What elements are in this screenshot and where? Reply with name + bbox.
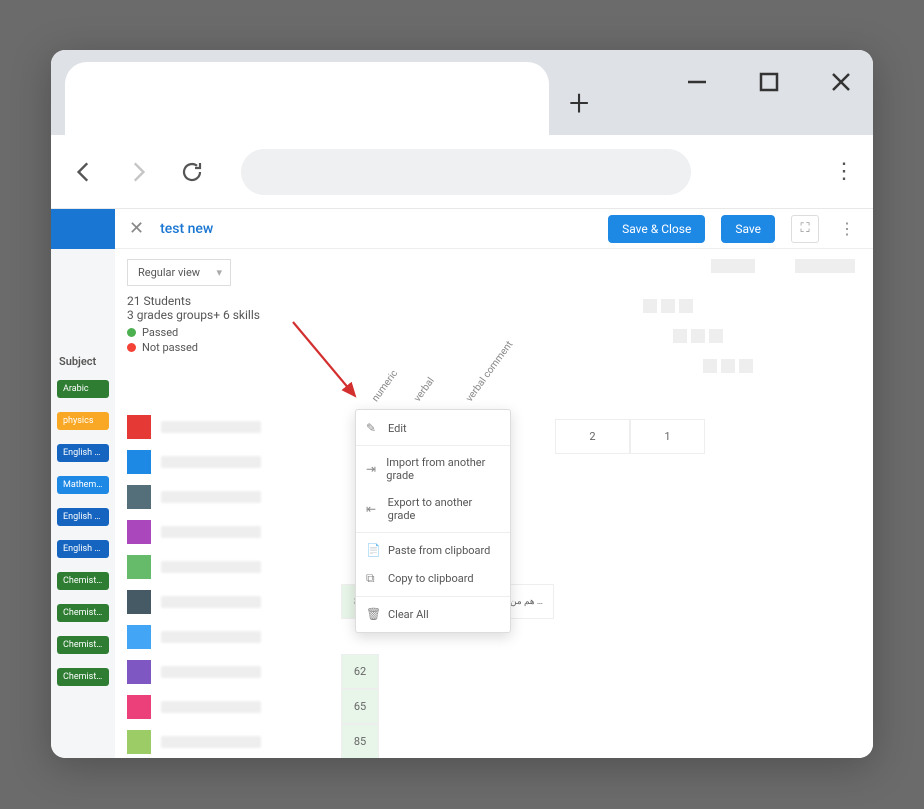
browser-nav-bar: ⋮	[51, 135, 873, 209]
avatar	[127, 450, 151, 474]
subject-pill-chem-4[interactable]: Chemistry	[57, 668, 109, 686]
avatar	[127, 485, 151, 509]
ghost-placeholder	[711, 259, 855, 273]
avatar	[127, 555, 151, 579]
legend-passed: Passed	[142, 326, 178, 339]
page-title: test new	[160, 221, 213, 237]
copy-icon: ⧉	[366, 571, 380, 586]
numeric-cell[interactable]: 85	[341, 724, 379, 758]
student-name	[161, 736, 261, 748]
view-select-label: Regular view	[138, 266, 200, 279]
window-close-button[interactable]	[827, 68, 855, 96]
column-verbal-comment[interactable]: verbal comment	[464, 339, 515, 404]
tab-strip: +	[51, 50, 873, 135]
avatar	[127, 590, 151, 614]
avatar	[127, 415, 151, 439]
forward-button[interactable]	[123, 157, 153, 187]
save-button[interactable]: Save	[721, 215, 775, 243]
student-name	[161, 596, 261, 608]
subject-pill-chem-3[interactable]: Chemistry	[57, 636, 109, 654]
avatar	[127, 730, 151, 754]
subject-pill-physics[interactable]: physics	[57, 412, 109, 430]
table-row[interactable]: 62	[127, 654, 873, 689]
student-name	[161, 456, 261, 468]
subject-panel: Subject Arabic physics English Langu Mat…	[51, 349, 115, 706]
failed-dot-icon	[127, 343, 136, 352]
subject-pill-english-1[interactable]: English Langu	[57, 444, 109, 462]
column-numeric[interactable]: numeric	[370, 368, 400, 404]
reload-button[interactable]	[177, 157, 207, 187]
url-bar[interactable]	[241, 149, 691, 195]
new-tab-button[interactable]: +	[569, 82, 589, 124]
student-name	[161, 631, 261, 643]
paste-icon: 📄	[366, 543, 380, 557]
view-select[interactable]: Regular view	[127, 259, 231, 286]
fullscreen-icon[interactable]: ⛶	[791, 215, 819, 243]
avatar	[127, 520, 151, 544]
table-row[interactable]: 65	[127, 689, 873, 724]
subject-pill-chem-1[interactable]: Chemistry	[57, 572, 109, 590]
save-close-button[interactable]: Save & Close	[608, 215, 705, 243]
window-maximize-button[interactable]	[755, 68, 783, 96]
student-name	[161, 666, 261, 678]
subject-pill-math[interactable]: Mathematics	[57, 476, 109, 494]
numeric-cell[interactable]: 65	[341, 689, 379, 724]
column-verbal[interactable]: verbal	[412, 376, 437, 404]
ctx-copy[interactable]: ⧉Copy to clipboard	[356, 564, 510, 593]
column-context-menu: ✎Edit ⇥Import from another grade ⇤Export…	[355, 409, 511, 633]
student-name	[161, 421, 261, 433]
export-icon: ⇤	[366, 502, 380, 516]
avatar	[127, 625, 151, 649]
student-name	[161, 491, 261, 503]
page-header: ✕ test new Save & Close Save ⛶ ⋮	[115, 209, 873, 249]
import-icon: ⇥	[366, 462, 378, 476]
subject-heading: Subject	[59, 355, 111, 368]
ctx-clear[interactable]: 🗑Clear All	[356, 600, 510, 628]
avatar	[127, 695, 151, 719]
trash-icon: 🗑	[366, 607, 380, 621]
info-block: 21 Students 3 grades groups+ 6 skills Pa…	[127, 294, 260, 354]
more-menu-icon[interactable]: ⋮	[835, 219, 859, 238]
student-count: 21 Students	[127, 294, 260, 308]
legend-not-passed: Not passed	[142, 341, 198, 354]
pencil-icon: ✎	[366, 421, 380, 435]
ctx-edit[interactable]: ✎Edit	[356, 414, 510, 442]
subject-pill-english-2[interactable]: English Langu	[57, 508, 109, 526]
passed-dot-icon	[127, 328, 136, 337]
subject-pill-chem-2[interactable]: Chemistry	[57, 604, 109, 622]
numeric-cell[interactable]: 62	[341, 654, 379, 689]
window-minimize-button[interactable]	[683, 68, 711, 96]
ctx-paste[interactable]: 📄Paste from clipboard	[356, 536, 510, 564]
app-brand-strip	[51, 209, 115, 249]
back-button[interactable]	[69, 157, 99, 187]
ctx-export[interactable]: ⇤Export to another grade	[356, 489, 510, 529]
avatar	[127, 660, 151, 684]
browser-menu-button[interactable]: ⋮	[833, 159, 855, 184]
subject-pill-arabic[interactable]: Arabic	[57, 380, 109, 398]
student-name	[161, 526, 261, 538]
student-name	[161, 561, 261, 573]
close-icon[interactable]: ✕	[129, 218, 144, 239]
annotation-arrow	[285, 314, 375, 414]
subject-pill-english-3[interactable]: English Langu	[57, 540, 109, 558]
group-count: 3 grades groups+ 6 skills	[127, 308, 260, 322]
ctx-import[interactable]: ⇥Import from another grade	[356, 449, 510, 489]
table-row[interactable]: 85	[127, 724, 873, 758]
student-name	[161, 701, 261, 713]
browser-tab[interactable]	[65, 62, 549, 135]
